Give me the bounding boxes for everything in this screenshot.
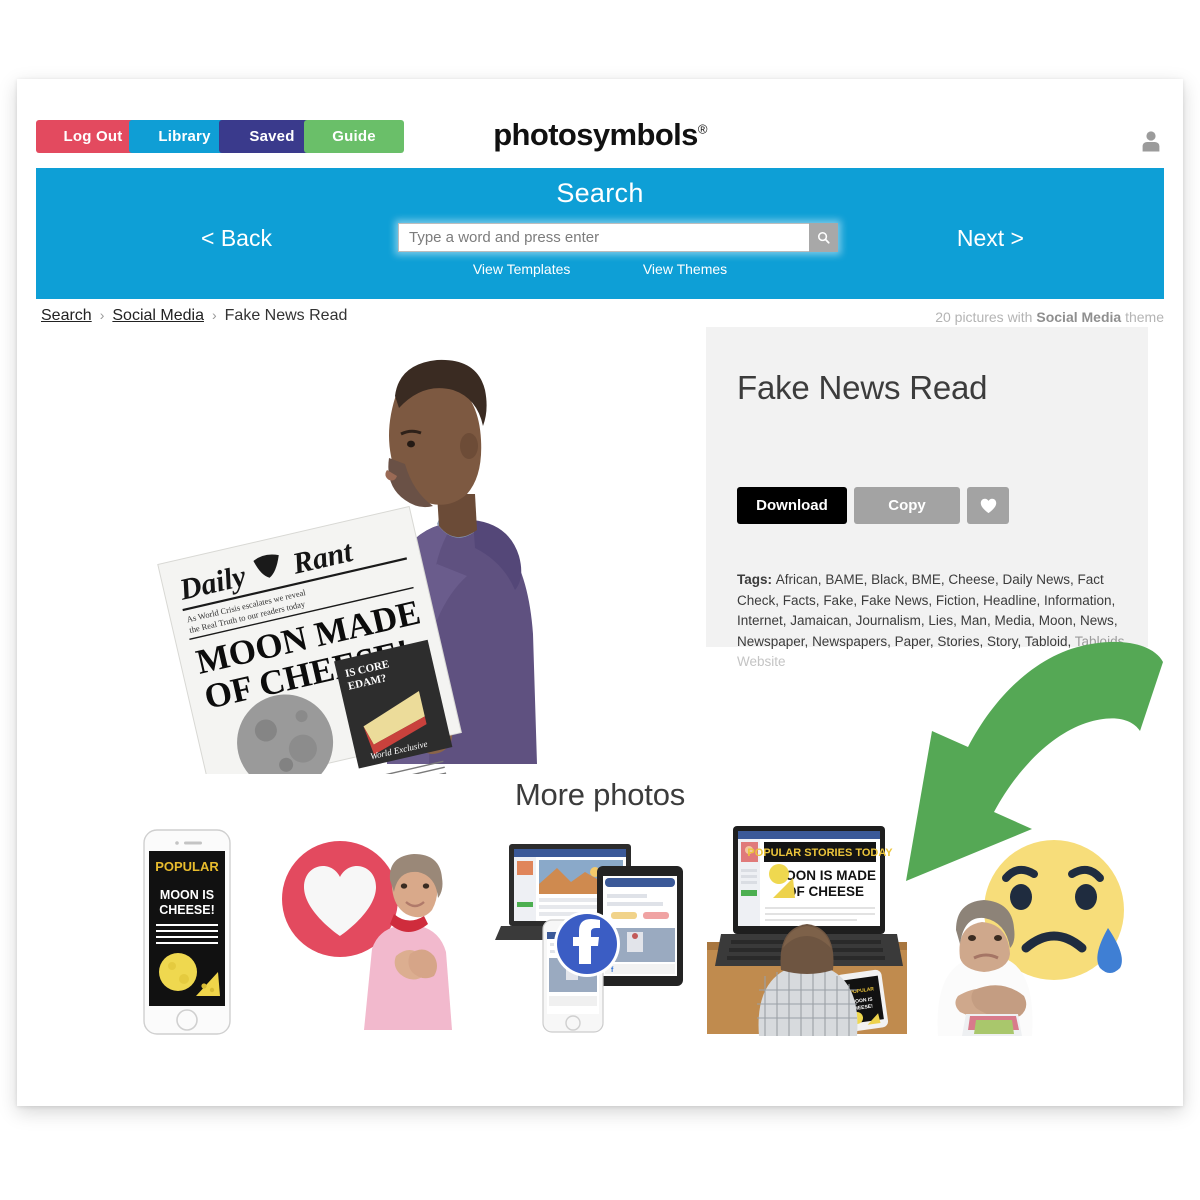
tag-item[interactable]: Cheese [948,572,995,587]
page-card: Log Out Library Saved Guide photosymbols… [17,79,1183,1106]
tag-item[interactable]: Tabloids [1075,634,1125,649]
view-themes-link[interactable]: View Themes [643,261,727,277]
tag-item[interactable]: Facts [783,593,816,608]
favourite-button[interactable] [967,487,1009,524]
tag-separator: , [1031,613,1039,628]
registered-mark: ® [697,121,708,137]
tag-separator: , [928,592,936,608]
tag-separator: , [863,572,872,587]
theme-count-label: 20 pictures with Social Media theme [935,309,1164,325]
theme-count-prefix: 20 pictures with [935,309,1037,325]
sub-links: View Templates View Themes [36,261,1164,279]
tag-item[interactable]: Lies [928,613,953,628]
tag-item[interactable]: BAME [825,572,863,587]
search-input[interactable] [398,223,809,252]
tag-item[interactable]: BME [912,572,941,587]
tag-separator: , [804,633,813,649]
heart-icon [980,498,996,513]
tags-label: Tags: [737,572,776,587]
search-submit-button[interactable] [809,223,838,252]
tag-item[interactable]: Jamaican [790,613,848,628]
tag-item[interactable]: Fake [823,593,853,608]
breadcrumb: Search › Social Media › Fake News Read [41,307,347,325]
svg-text:MOON IS: MOON IS [160,888,214,902]
tag-separator: , [775,592,783,608]
tag-item[interactable]: Journalism [856,613,921,628]
tag-separator: , [904,572,912,587]
thumbnail-man-laptop-popular-stories[interactable]: POPULAR STORIES TODAY MOON IS MADE OF CH… [707,824,907,1039]
tag-separator: , [953,613,961,628]
tags-list: Tags: African, BAME, Black, BME, Cheese,… [737,570,1129,673]
tag-item[interactable]: Newspapers [812,634,887,649]
tag-separator: , [1111,592,1116,608]
svg-text:CHEESE!: CHEESE! [159,903,215,917]
thumbnail-heart-woman-happy[interactable] [272,824,462,1039]
site-logo[interactable]: photosymbols® [17,117,1183,153]
tag-item[interactable]: Man [961,613,987,628]
tag-separator: , [1067,633,1075,649]
tag-item[interactable]: News [1080,613,1114,628]
tag-item[interactable]: Daily News [1002,572,1070,587]
logo-text: photosymbols [493,117,698,152]
breadcrumb-item-current: Fake News Read [224,307,348,324]
tag-item[interactable]: Media [994,613,1031,628]
tag-item[interactable]: Headline [983,593,1036,608]
tag-separator: , [1113,613,1118,628]
tag-item[interactable]: Website [737,654,786,669]
download-button[interactable]: Download [737,487,847,524]
tag-separator: , [979,633,987,649]
breadcrumb-item-search[interactable]: Search [41,307,92,324]
svg-text:OF CHEESE: OF CHEESE [786,884,864,899]
photo-title: Fake News Read [737,369,988,406]
next-link[interactable]: Next > [957,225,1024,252]
thumbnail-phone-popular-moon-is-cheese[interactable]: POPULAR MOON IS CHEESE! [92,824,282,1039]
search-band: Search < Back Next > View Templates View… [36,168,1164,299]
tag-separator: , [1072,613,1081,628]
tag-item[interactable]: Tabloid [1025,634,1068,649]
tag-item[interactable]: Story [987,634,1018,649]
search-box [398,223,838,252]
svg-text:MOON IS MADE: MOON IS MADE [774,868,876,883]
svg-text:POPULAR: POPULAR [155,859,219,874]
breadcrumb-separator: › [99,307,105,323]
tag-item[interactable]: Stories [937,634,979,649]
tag-separator: , [1069,572,1078,587]
tag-separator: , [848,613,856,628]
tag-item[interactable]: Newspaper [737,634,805,649]
breadcrumb-item-social-media[interactable]: Social Media [112,307,204,324]
svg-text:POPULAR STORIES TODAY: POPULAR STORIES TODAY [747,847,893,859]
thumbnail-sad-emoji-woman[interactable] [922,824,1137,1039]
copy-button[interactable]: Copy [854,487,960,524]
tag-separator: , [1017,633,1025,649]
tag-separator: , [887,633,895,649]
tag-item[interactable]: African [776,572,818,587]
view-templates-link[interactable]: View Templates [473,261,571,277]
thumbnail-facebook-devices[interactable]: f [487,824,692,1039]
search-heading: Search [556,178,644,208]
top-bar: Log Out Library Saved Guide photosymbols… [17,79,1183,169]
tag-separator: , [1036,592,1044,608]
theme-count-theme: Social Media [1036,309,1122,325]
photo-info-panel: Fake News Read Download Copy Tags: Afric… [706,327,1148,669]
tag-separator: , [853,592,861,608]
more-photos-heading: More photos [514,777,686,812]
tag-item[interactable]: Fiction [936,593,976,608]
tag-item[interactable]: Paper [895,634,930,649]
breadcrumb-separator: › [211,307,217,323]
tag-item[interactable]: Internet [737,613,783,628]
back-link[interactable]: < Back [201,225,272,252]
tag-item[interactable]: Moon [1039,613,1073,628]
user-avatar-icon[interactable] [1141,130,1161,152]
theme-count-suffix: theme [1121,309,1164,325]
tag-item[interactable]: Information [1044,593,1112,608]
tag-item[interactable]: Fake News [861,593,929,608]
search-icon [817,231,830,244]
tag-separator: , [1124,633,1129,649]
tag-item[interactable]: Black [871,572,904,587]
hero-photo[interactable]: Daily Rant As World Crisis escalates we … [137,334,607,774]
